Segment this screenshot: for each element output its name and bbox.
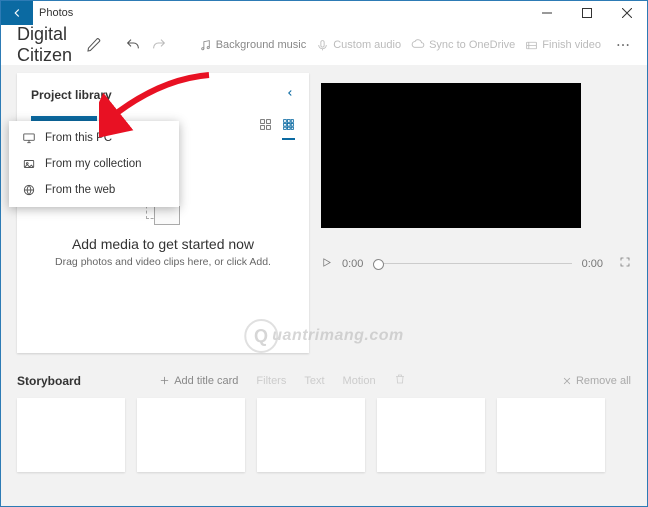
empty-subtitle: Drag photos and video clips here, or cli… [31,256,295,268]
filters-button: Filters [256,373,286,388]
text-label: Text [304,375,324,387]
minimize-button[interactable] [527,1,567,25]
sync-label: Sync to OneDrive [429,39,515,51]
collection-icon [21,157,37,171]
background-music-button[interactable]: Background music [199,39,307,52]
more-icon[interactable] [615,37,631,53]
add-title-card-label: Add title card [174,375,238,387]
maximize-button[interactable] [567,1,607,25]
project-library-title: Project library [31,88,112,102]
video-preview[interactable] [321,83,581,228]
from-this-pc-label: From this PC [45,132,112,144]
storyboard-panel: Storyboard Add title card Filters Text M… [17,369,631,472]
empty-title: Add media to get started now [31,236,295,252]
from-this-pc-item[interactable]: From this PC [9,125,179,151]
fullscreen-icon[interactable] [619,256,631,271]
storyboard-slot[interactable] [17,398,125,472]
motion-button: Motion [343,373,376,388]
play-icon[interactable] [321,257,332,271]
from-web-item[interactable]: From the web [9,177,179,203]
storyboard-title: Storyboard [17,374,81,388]
grid-small-icon[interactable] [259,118,272,140]
project-name: Digital Citizen [17,24,72,66]
pc-icon [21,131,37,145]
motion-label: Motion [343,375,376,387]
background-music-label: Background music [216,39,307,51]
custom-audio-button[interactable]: Custom audio [316,39,401,52]
time-current: 0:00 [342,258,363,270]
from-collection-item[interactable]: From my collection [9,151,179,177]
remove-all-label: Remove all [576,375,631,387]
preview-panel: 0:00 0:00 [321,73,631,353]
finish-video-label: Finish video [542,39,601,51]
add-title-card-button[interactable]: Add title card [159,373,238,388]
storyboard-slot[interactable] [257,398,365,472]
storyboard-slot[interactable] [497,398,605,472]
delete-icon [394,373,406,388]
redo-icon [151,37,167,53]
storyboard-slot[interactable] [137,398,245,472]
time-total: 0:00 [582,258,603,270]
storyboard-slot[interactable] [377,398,485,472]
filters-label: Filters [256,375,286,387]
remove-all-button[interactable]: Remove all [562,375,631,387]
project-library-panel: Project library Add [17,73,309,353]
custom-audio-label: Custom audio [333,39,401,51]
add-source-dropdown: From this PC From my collection From the… [9,121,179,207]
back-button[interactable] [1,1,33,25]
empty-state: Add media to get started now Drag photos… [31,200,295,268]
from-web-label: From the web [45,184,115,196]
web-icon [21,183,37,197]
rename-icon[interactable] [86,37,102,53]
seek-bar[interactable] [373,263,571,264]
app-title: Photos [33,7,527,19]
text-button: Text [304,373,324,388]
finish-video-button[interactable]: Finish video [525,39,601,52]
sync-button[interactable]: Sync to OneDrive [411,38,515,52]
collapse-library-icon[interactable] [285,87,295,102]
undo-icon[interactable] [125,37,141,53]
from-collection-label: From my collection [45,158,142,170]
close-button[interactable] [607,1,647,25]
grid-large-icon[interactable] [282,118,295,140]
